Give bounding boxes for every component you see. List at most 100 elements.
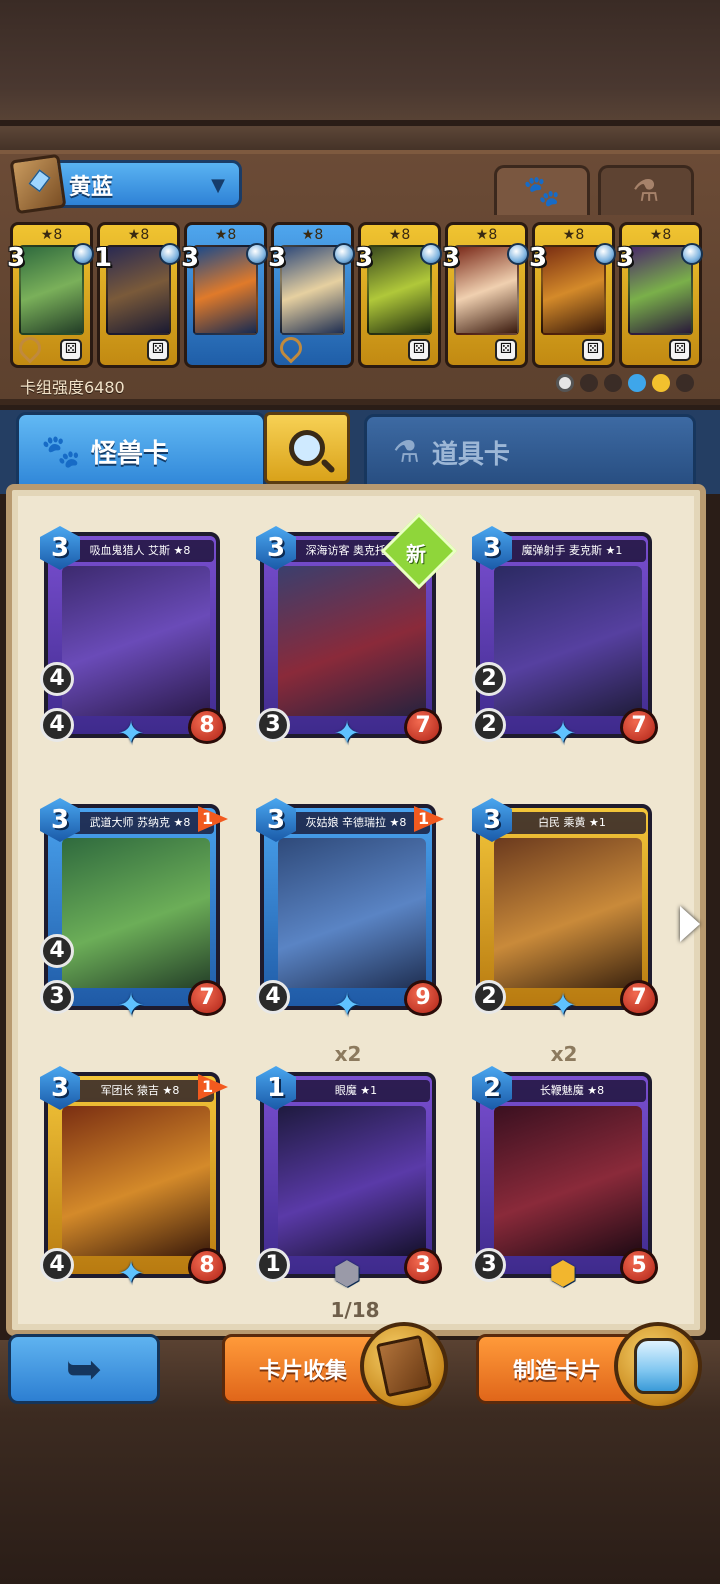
deck-card[interactable]: ★8 3 (181, 222, 268, 368)
top-wood-frame (0, 0, 720, 160)
back-button[interactable]: ➥ (8, 1334, 160, 1404)
neutral-element-icon (556, 374, 574, 392)
deck-card[interactable]: ★8 3 ⚄ (355, 222, 442, 368)
deck-book-icon (9, 153, 67, 215)
element-gem-icon (159, 243, 181, 265)
monster-card[interactable]: 吸血鬼猎人 艾斯 ★8 3 4 4 8 ✦ (40, 526, 226, 754)
star-icon: ✦ (333, 986, 361, 1024)
tab-item-cards[interactable]: ⚗ 道具卡 (364, 414, 696, 490)
card-hp: 5 (620, 1248, 658, 1284)
card-star: ★8 (214, 227, 237, 243)
monster-filter-tab[interactable]: 🐾 (494, 165, 590, 215)
card-name: 吸血鬼猎人 艾斯 ★8 (66, 540, 214, 562)
monster-card[interactable]: 白民 乘黄 ★1 3 2 7 ✦ (472, 798, 658, 1026)
card-cost: 3 (181, 243, 200, 273)
card-attack: 4 (40, 934, 74, 968)
element-filter-icons (556, 374, 694, 392)
card-star: ★8 (40, 227, 63, 243)
flask-icon: ⚗ (632, 174, 660, 209)
card-star: ★8 (388, 227, 411, 243)
card-art (62, 1106, 210, 1256)
card-name: 眼魔 ★1 (282, 1080, 430, 1102)
element-gem-icon (420, 243, 442, 265)
staff-icon (14, 332, 46, 364)
deck-card[interactable]: ★8 1 ⚄ (94, 222, 181, 368)
star-icon: ✦ (117, 986, 145, 1024)
card-cost: 3 (268, 243, 287, 273)
card-cost: 3 (529, 243, 548, 273)
fire-element-icon (676, 374, 694, 392)
card-art (278, 838, 426, 988)
dice-icon: ⚄ (408, 339, 430, 361)
star-icon: ✦ (117, 714, 145, 752)
monster-card[interactable]: 深海访客 奥克托 ★1 3 3 7 ✦ 新 (256, 512, 458, 754)
monster-card[interactable]: x2 眼魔 ★1 1 1 3 ⬢ (256, 1042, 442, 1294)
card-cost: 3 (355, 243, 374, 273)
deck-card[interactable]: ★8 3 ⚄ (7, 222, 94, 368)
deck-card[interactable]: ★8 3 ⚄ (442, 222, 529, 368)
jar-icon (634, 1338, 682, 1394)
card-art (62, 566, 210, 716)
card-name: 武道大师 苏纳克 ★8 (66, 812, 214, 834)
card-hp: 8 (188, 708, 226, 744)
star-icon: ✦ (549, 714, 577, 752)
card-art (62, 838, 210, 988)
deck-card[interactable]: ★8 3 (268, 222, 355, 368)
dice-icon: ⚄ (147, 339, 169, 361)
card-hp: 7 (404, 708, 442, 744)
dice-icon: ⚄ (495, 339, 517, 361)
new-badge-label: 新 (406, 542, 426, 566)
card-art (494, 1106, 642, 1256)
chevron-down-icon: ▼ (211, 175, 225, 196)
card-cost: 3 (7, 243, 26, 273)
star-icon: ✦ (117, 1254, 145, 1292)
card-owned-count: x2 (334, 1042, 362, 1066)
card-star: ★8 (562, 227, 585, 243)
craft-jar-icon[interactable] (614, 1322, 702, 1410)
monster-card[interactable]: 军团长 猿吉 ★8 3 4 8 ✦ 1 (40, 1066, 228, 1294)
card-cost: 3 (442, 243, 461, 273)
monster-card[interactable]: 灰姑娘 辛德瑞拉 ★8 3 4 9 ✦ 1 (256, 798, 444, 1026)
card-art (278, 566, 426, 716)
card-star: ★8 (649, 227, 672, 243)
card-book-icon[interactable] (360, 1322, 448, 1410)
card-art (494, 566, 642, 716)
card-star: ★8 (301, 227, 324, 243)
card-star: ★8 (127, 227, 150, 243)
deck-card[interactable]: ★8 3 ⚄ (616, 222, 703, 368)
card-move: 1 (256, 1248, 290, 1282)
dark-element-icon (580, 374, 598, 392)
gem-icon: ⬢ (333, 1254, 361, 1292)
star-icon: ✦ (549, 986, 577, 1024)
search-button[interactable] (264, 412, 350, 484)
craft-card-label: 制造卡片 (513, 1359, 602, 1384)
dice-icon: ⚄ (669, 339, 691, 361)
card-move: 2 (472, 980, 506, 1014)
card-hp: 8 (188, 1248, 226, 1284)
monster-card[interactable]: 魔弹射手 麦克斯 ★1 3 2 2 7 ✦ (472, 526, 658, 754)
element-gem-icon (333, 243, 355, 265)
paw-icon: 🐾 (41, 432, 81, 470)
dice-icon: ⚄ (582, 339, 604, 361)
deck-card-row: ★8 3 ⚄ ★8 1 ⚄ ★8 3 ★8 3 ★8 3 ⚄ ★8 3 ⚄ ★8… (7, 222, 712, 370)
monster-card[interactable]: x2 长鞭魅魔 ★8 2 3 5 ⬢ (472, 1042, 658, 1294)
tab-monster-cards[interactable]: 🐾 怪兽卡 (16, 412, 266, 490)
back-arrow-icon: ➥ (65, 1343, 103, 1395)
wind-element-icon (652, 374, 670, 392)
next-page-arrow-icon[interactable] (680, 906, 700, 942)
card-grid: 吸血鬼猎人 艾斯 ★8 3 4 4 8 ✦ 深海访客 奥克托 ★1 3 3 7 … (40, 512, 664, 1302)
element-gem-icon (246, 243, 268, 265)
card-hp: 9 (404, 980, 442, 1016)
earth-element-icon (604, 374, 622, 392)
deck-card[interactable]: ★8 3 ⚄ (529, 222, 616, 368)
element-gem-icon (507, 243, 529, 265)
tab-item-label: 道具卡 (431, 439, 510, 470)
element-gem-icon (72, 243, 94, 265)
deck-selector[interactable]: 黄蓝 ▼ (9, 153, 242, 215)
monster-card[interactable]: 武道大师 苏纳克 ★8 3 4 3 7 ✦ 1 (40, 798, 228, 1026)
card-name: 灰姑娘 辛德瑞拉 ★8 (282, 812, 430, 834)
item-filter-tab[interactable]: ⚗ (598, 165, 694, 215)
card-attack: 2 (472, 662, 506, 696)
star-icon: ✦ (333, 714, 361, 752)
card-name: 魔弹射手 麦克斯 ★1 (498, 540, 646, 562)
